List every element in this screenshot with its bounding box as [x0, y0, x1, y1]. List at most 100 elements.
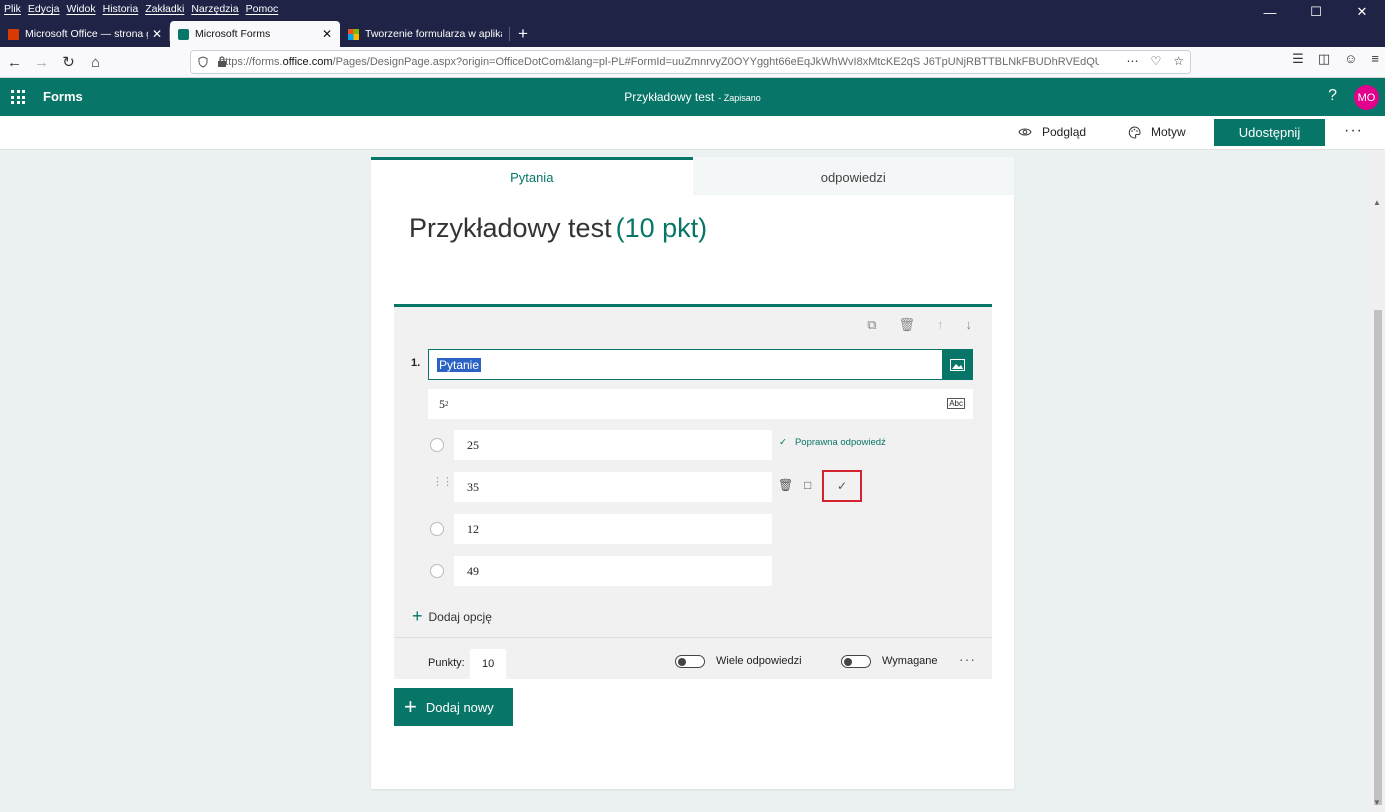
home-icon[interactable]: ⌂ — [83, 50, 108, 75]
forward-icon[interactable]: → — [29, 50, 54, 75]
minimize-icon[interactable]: — — [1247, 0, 1293, 24]
delete-option-icon[interactable]: 🗑 — [778, 478, 793, 492]
scrollbar-thumb[interactable] — [1374, 310, 1382, 805]
url-bar[interactable]: https://forms.office.com/Pages/DesignPag… — [190, 50, 1191, 74]
toolbar-right: ☰ ◫ ☺ ≡ — [1292, 51, 1379, 67]
close-icon[interactable]: ✕ — [322, 27, 332, 41]
lock-icon[interactable] — [217, 56, 227, 68]
question-footer: Punkty: 10 Wiele odpowiedzi Wymagane ··· — [394, 637, 992, 679]
form-toolbar: Podgląd Motyw Udostępnij ··· — [0, 116, 1385, 150]
maximize-icon[interactable]: ☐ — [1293, 0, 1339, 24]
menu-tools[interactable]: Narzędzia — [191, 3, 238, 15]
add-option-button[interactable]: + Dodaj opcję — [412, 606, 492, 627]
tab-tworzenie[interactable]: Tworzenie formularza w aplikac — [340, 21, 510, 47]
reload-icon[interactable]: ↻ — [56, 50, 81, 75]
theme-label: Motyw — [1151, 125, 1186, 139]
question-subtitle-input[interactable]: 52 Abc — [428, 389, 973, 419]
preview-label: Podgląd — [1042, 125, 1087, 139]
option-radio[interactable] — [430, 438, 444, 452]
option-radio[interactable] — [430, 564, 444, 578]
menu-help[interactable]: Pomoc — [246, 3, 279, 15]
scroll-up-icon[interactable]: ▲ — [1373, 198, 1381, 207]
menu-file[interactable]: Plik — [4, 3, 21, 15]
preview-button[interactable]: Podgląd — [1018, 125, 1086, 139]
correct-answer-label: Poprawna odpowiedź — [794, 437, 886, 448]
question-text: Pytanie — [437, 357, 482, 372]
bookmark-star-icon[interactable]: ☆ — [1173, 54, 1184, 68]
account-icon[interactable]: ☺ — [1344, 51, 1357, 67]
option-input[interactable]: 35 — [454, 472, 772, 502]
menu-edit[interactable]: Edycja — [28, 3, 60, 15]
add-new-label: Dodaj nowy — [425, 699, 494, 715]
points-input[interactable]: 10 — [470, 649, 506, 679]
library-icon[interactable]: ☰ — [1292, 51, 1304, 67]
add-new-button[interactable]: + Dodaj nowy — [394, 688, 513, 726]
page-actions-icon[interactable]: ⋯ — [1126, 54, 1138, 68]
tab-forms[interactable]: Microsoft Forms ✕ — [170, 21, 340, 47]
multiple-answers-toggle[interactable] — [675, 655, 705, 668]
menu-history[interactable]: Historia — [103, 3, 139, 15]
check-icon: ✓ — [779, 437, 787, 448]
comment-icon[interactable]: □ — [804, 478, 811, 492]
tab-strip: Microsoft Office — strona głów ✕ Microso… — [0, 21, 536, 47]
close-icon[interactable]: ✕ — [152, 27, 162, 41]
mark-correct-button[interactable]: ✓ — [822, 470, 862, 502]
scrollbar[interactable]: ▲ ▼ — [1371, 150, 1385, 812]
url-path: /Pages/DesignPage.aspx?origin=OfficeDotC… — [332, 56, 1099, 68]
scroll-down-icon[interactable]: ▼ — [1373, 798, 1381, 807]
option-radio[interactable] — [430, 522, 444, 536]
multiple-answers-label: Wiele odpowiedzi — [716, 655, 802, 667]
forms-icon — [178, 28, 189, 40]
question-input[interactable]: Pytanie — [428, 349, 943, 380]
option-row: 49 — [394, 556, 992, 586]
question-tools: ⧉ 🗑 ↑ ↓ — [867, 317, 972, 333]
help-icon[interactable]: ? — [1328, 87, 1337, 105]
back-icon[interactable]: ← — [2, 50, 27, 75]
pocket-icon[interactable]: ♡ — [1150, 54, 1161, 68]
form-card: Przykładowy test (10 pkt) ⧉ 🗑 ↑ ↓ 1. Pyta… — [371, 195, 1014, 789]
tab-title: Microsoft Office — strona głów — [25, 28, 148, 40]
drag-handle-icon[interactable]: ⋮⋮ — [432, 477, 453, 488]
correct-answer-indicator[interactable]: ✓ Poprawna odpowiedź — [779, 437, 886, 448]
required-toggle[interactable] — [841, 655, 871, 668]
move-up-icon[interactable]: ↑ — [937, 317, 944, 333]
theme-button[interactable]: Motyw — [1128, 125, 1186, 139]
required-label: Wymagane — [882, 655, 938, 667]
question-editor: ⧉ 🗑 ↑ ↓ 1. Pytanie 52 Abc 25 ✓ Poprawna o… — [394, 304, 992, 679]
move-down-icon[interactable]: ↓ — [966, 317, 973, 333]
browser-titlebar: Plik Edycja Widok Historia Zakładki Narz… — [0, 0, 1385, 47]
avatar[interactable]: MO — [1354, 85, 1379, 110]
form-tabs: Pytania odpowiedzi — [371, 157, 1014, 195]
copy-icon[interactable]: ⧉ — [867, 317, 876, 333]
delete-icon[interactable]: 🗑 — [898, 317, 915, 333]
save-status: - Zapisano — [718, 93, 761, 103]
option-input[interactable]: 49 — [454, 556, 772, 586]
option-row: 12 — [394, 514, 992, 544]
option-input[interactable]: 25 — [454, 430, 772, 460]
tab-questions[interactable]: Pytania — [371, 157, 693, 195]
doc-title-text: Przykładowy test — [624, 90, 715, 104]
menu-view[interactable]: Widok — [66, 3, 95, 15]
share-button[interactable]: Udostępnij — [1214, 119, 1325, 146]
more-options-icon[interactable]: ··· — [1344, 122, 1363, 140]
menu-bookmarks[interactable]: Zakładki — [145, 3, 184, 15]
new-tab-icon[interactable]: + — [510, 21, 536, 47]
menu-icon[interactable]: ≡ — [1371, 51, 1379, 67]
math-format-icon[interactable]: Abc — [947, 398, 965, 409]
add-option-label: Dodaj opcję — [428, 609, 492, 624]
insert-image-button[interactable] — [942, 349, 973, 380]
palette-icon — [1128, 125, 1141, 139]
form-title[interactable]: Przykładowy test (10 pkt) — [409, 213, 707, 244]
sidebar-icon[interactable]: ◫ — [1318, 51, 1330, 67]
tab-responses[interactable]: odpowiedzi — [692, 157, 1014, 195]
tab-office[interactable]: Microsoft Office — strona głów ✕ — [0, 21, 170, 47]
close-window-icon[interactable]: ✕ — [1339, 0, 1385, 24]
forms-header: Forms Przykładowy test - Zapisano ? MO — [0, 78, 1385, 116]
url-text: https://forms.office.com/Pages/DesignPag… — [219, 56, 1099, 68]
url-domain: office.com — [282, 56, 333, 68]
option-input[interactable]: 12 — [454, 514, 772, 544]
url-actions: ⋯ ♡ ☆ — [1126, 54, 1184, 68]
shield-icon[interactable] — [197, 56, 209, 68]
question-more-icon[interactable]: ··· — [959, 651, 976, 667]
points-label: Punkty: — [428, 657, 465, 669]
